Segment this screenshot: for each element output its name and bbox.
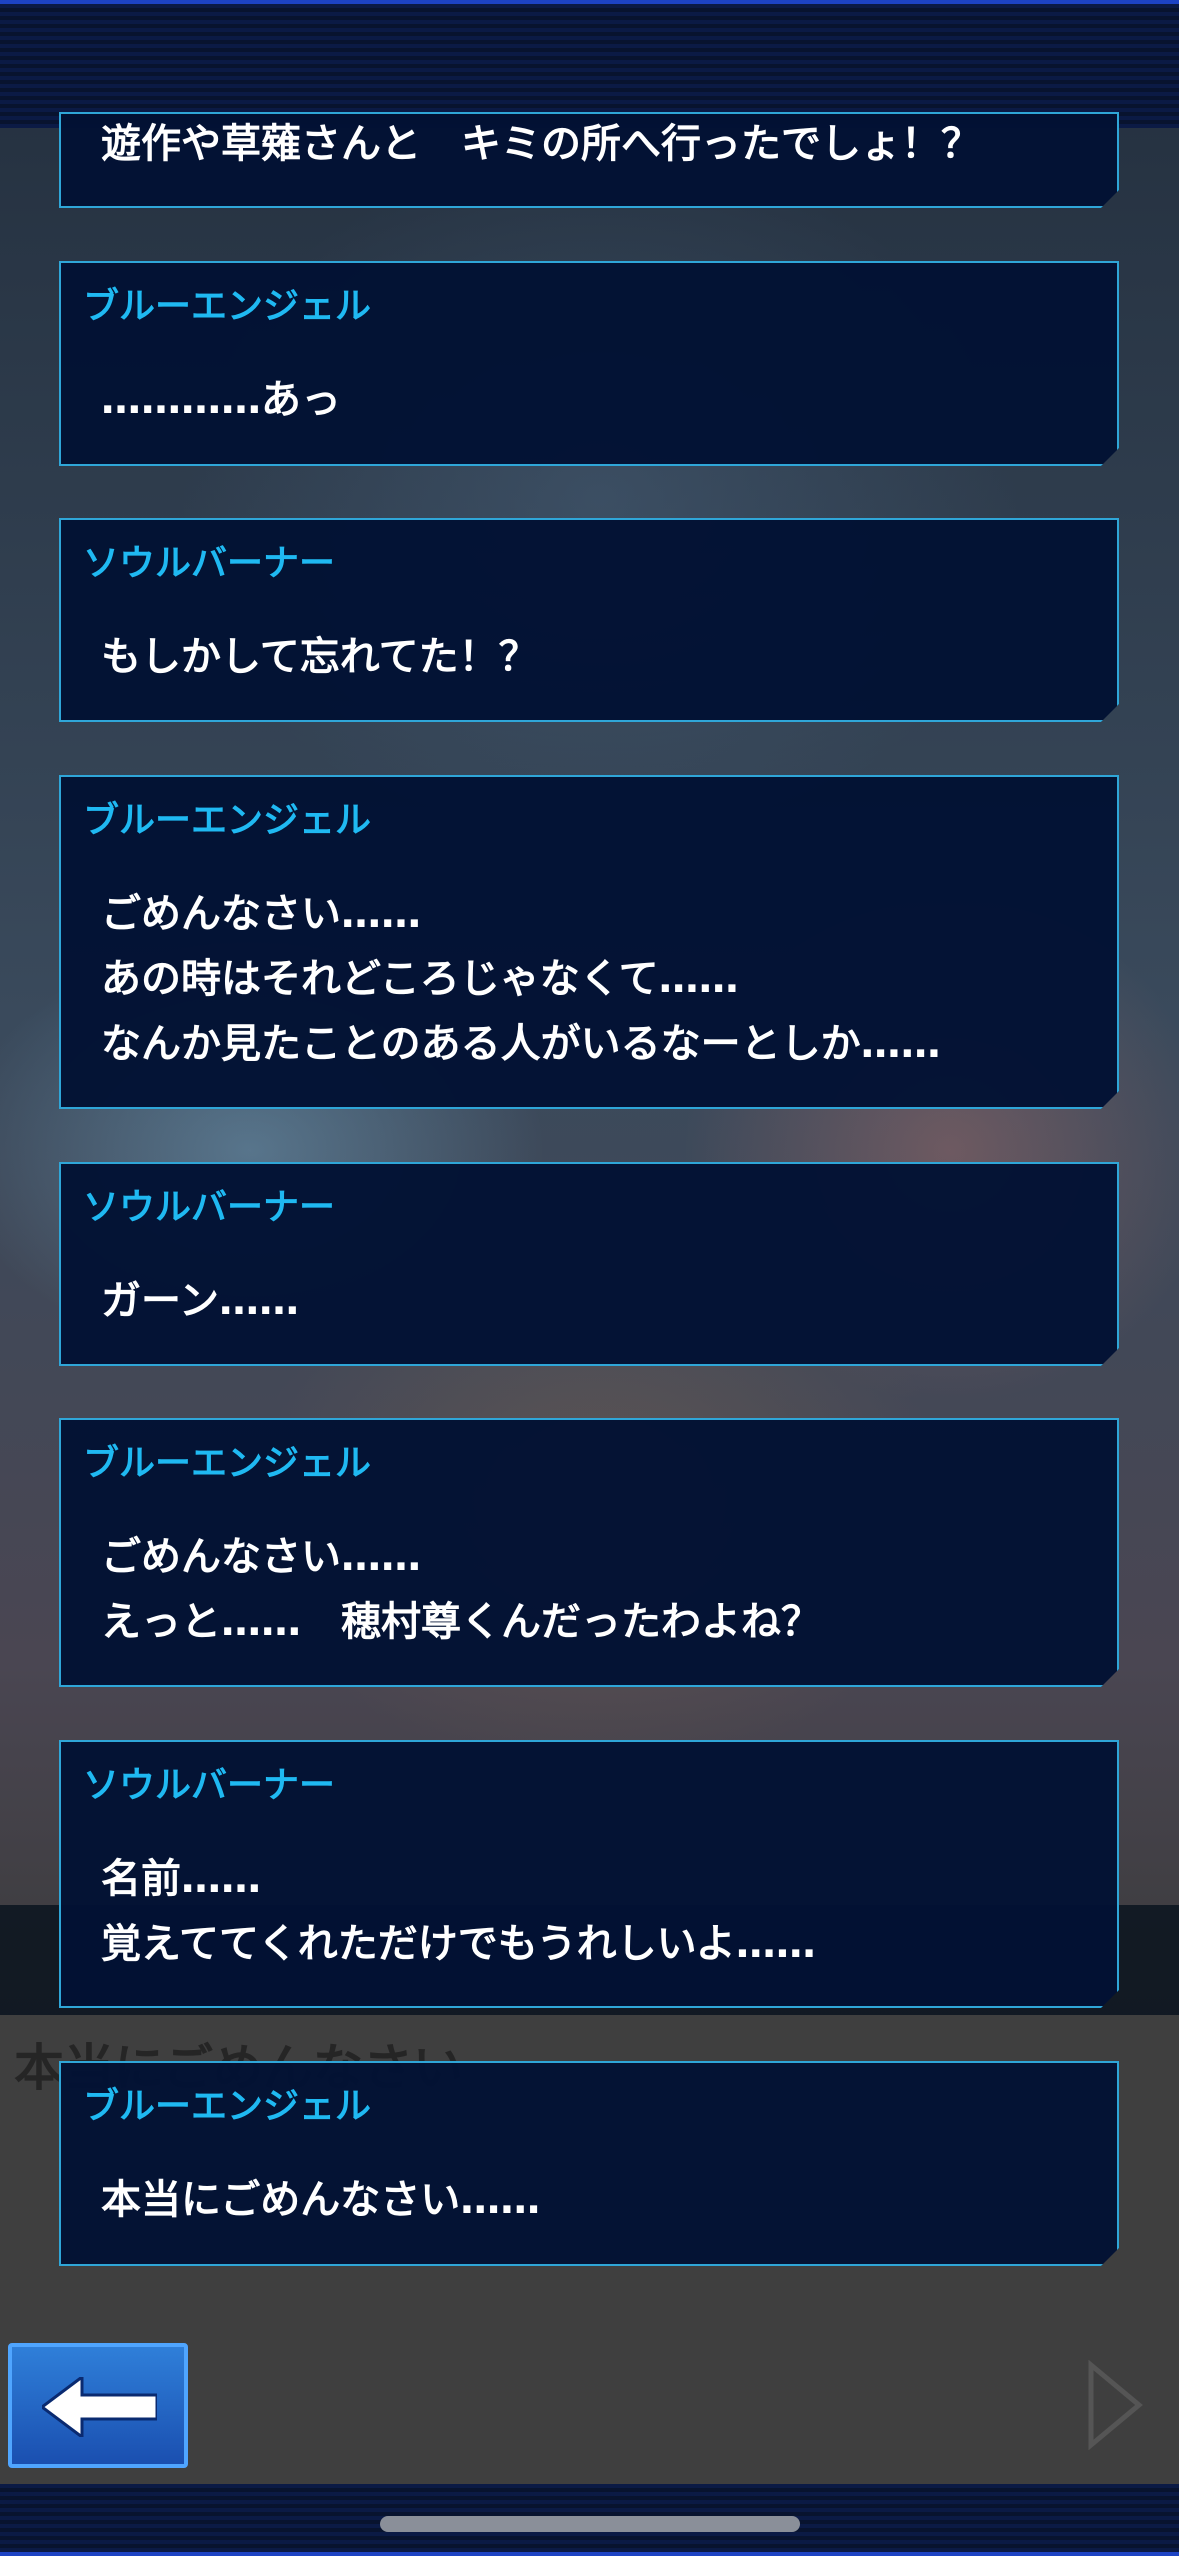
log-entry-text: 名前…… 覚えててくれただけでもうれしいよ……: [101, 1847, 1097, 1977]
back-button[interactable]: [8, 2343, 188, 2468]
log-entry-text: 遊作や草薙さんと キミの所へ行ったでしょ！？: [101, 112, 1097, 177]
log-entry-text: …………あっ: [101, 368, 1097, 433]
speaker-name: ソウルバーナー: [83, 543, 336, 584]
log-entry: ソウルバーナー ガーン……: [59, 1162, 1119, 1366]
top-header-bar: [0, 0, 1179, 128]
log-line: 名前……: [101, 1856, 261, 1902]
log-line: ガーン……: [101, 1278, 299, 1324]
log-line: 覚えててくれただけでもうれしいよ……: [101, 1921, 816, 1967]
log-entry: ブルーエンジェル …………あっ: [59, 261, 1119, 466]
log-entry-text: ごめんなさい…… あの時はそれどころじゃなくて…… なんか見たことのある人がいる…: [101, 882, 1097, 1077]
log-line: 本当にごめんなさい……: [101, 2177, 541, 2223]
speaker-name: ブルーエンジェル: [83, 286, 372, 327]
log-entry: ソウルバーナー 名前…… 覚えててくれただけでもうれしいよ……: [59, 1740, 1119, 2008]
log-line: もしかして忘れてた！？: [101, 634, 539, 680]
log-line: ごめんなさい……: [101, 891, 421, 937]
log-line: …………あっ: [101, 377, 341, 423]
speaker-name: ブルーエンジェル: [83, 800, 372, 841]
speaker-name: ブルーエンジェル: [83, 2086, 372, 2127]
log-entry: ブルーエンジェル ごめんなさい…… えっと…… 穂村尊くんだったわよね？: [59, 1418, 1119, 1687]
log-entry-text: 本当にごめんなさい……: [101, 2168, 1097, 2233]
log-line: ごめんなさい……: [101, 1534, 421, 1580]
log-line: えっと…… 穂村尊くんだったわよね？: [101, 1599, 821, 1645]
log-entry: ブルーエンジェル 本当にごめんなさい……: [59, 2061, 1119, 2266]
right-triangle-icon[interactable]: [1085, 2360, 1145, 2450]
speaker-name: ソウルバーナー: [83, 1765, 336, 1806]
log-entry: ブルーエンジェル ごめんなさい…… あの時はそれどころじゃなくて…… なんか見た…: [59, 775, 1119, 1109]
log-line: あの時はそれどころじゃなくて……: [101, 956, 739, 1002]
home-indicator[interactable]: [380, 2516, 800, 2532]
log-entry: ソウルバーナー もしかして忘れてた！？: [59, 518, 1119, 722]
log-line: なんか見たことのある人がいるなーとしか……: [101, 1021, 941, 1067]
log-entry: 遊作や草薙さんと キミの所へ行ったでしょ！？: [59, 112, 1119, 208]
log-entry-text: もしかして忘れてた！？: [101, 625, 1097, 690]
speaker-name: ソウルバーナー: [83, 1187, 336, 1228]
log-entry-text: ガーン……: [101, 1269, 1097, 1334]
log-line: 遊作や草薙さんと キミの所へ行ったでしょ！？: [101, 121, 981, 167]
speaker-name: ブルーエンジェル: [83, 1443, 372, 1484]
log-entry-text: ごめんなさい…… えっと…… 穂村尊くんだったわよね？: [101, 1525, 1097, 1655]
left-arrow-icon: [42, 2377, 157, 2437]
